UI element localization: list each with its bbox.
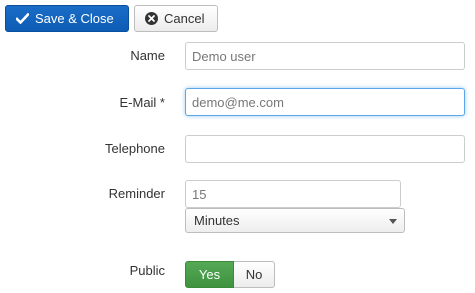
save-close-button[interactable]: Save & Close	[5, 5, 129, 32]
reminder-label: Reminder	[108, 186, 165, 201]
check-icon	[16, 13, 29, 24]
reminder-unit-value: Minutes	[194, 213, 240, 228]
chevron-down-icon	[389, 219, 397, 224]
cancel-button[interactable]: Cancel	[134, 5, 218, 32]
email-label: E-Mail *	[119, 95, 165, 110]
reminder-unit-select[interactable]: Minutes	[185, 208, 405, 233]
telephone-field[interactable]	[185, 135, 465, 163]
public-toggle: Yes No	[185, 261, 275, 288]
name-field[interactable]	[185, 42, 465, 70]
public-yes-button[interactable]: Yes	[185, 261, 234, 288]
save-close-label: Save & Close	[35, 11, 114, 26]
public-label: Public	[129, 263, 165, 278]
telephone-label: Telephone	[105, 141, 165, 156]
edit-form-page: Save & Close Cancel Name E-Mail * Teleph…	[0, 0, 475, 293]
cancel-circle-icon	[145, 12, 158, 25]
public-no-button[interactable]: No	[234, 261, 275, 288]
name-label: Name	[130, 48, 165, 63]
cancel-label: Cancel	[164, 11, 205, 26]
reminder-field[interactable]	[185, 180, 401, 208]
email-field[interactable]	[185, 88, 465, 116]
